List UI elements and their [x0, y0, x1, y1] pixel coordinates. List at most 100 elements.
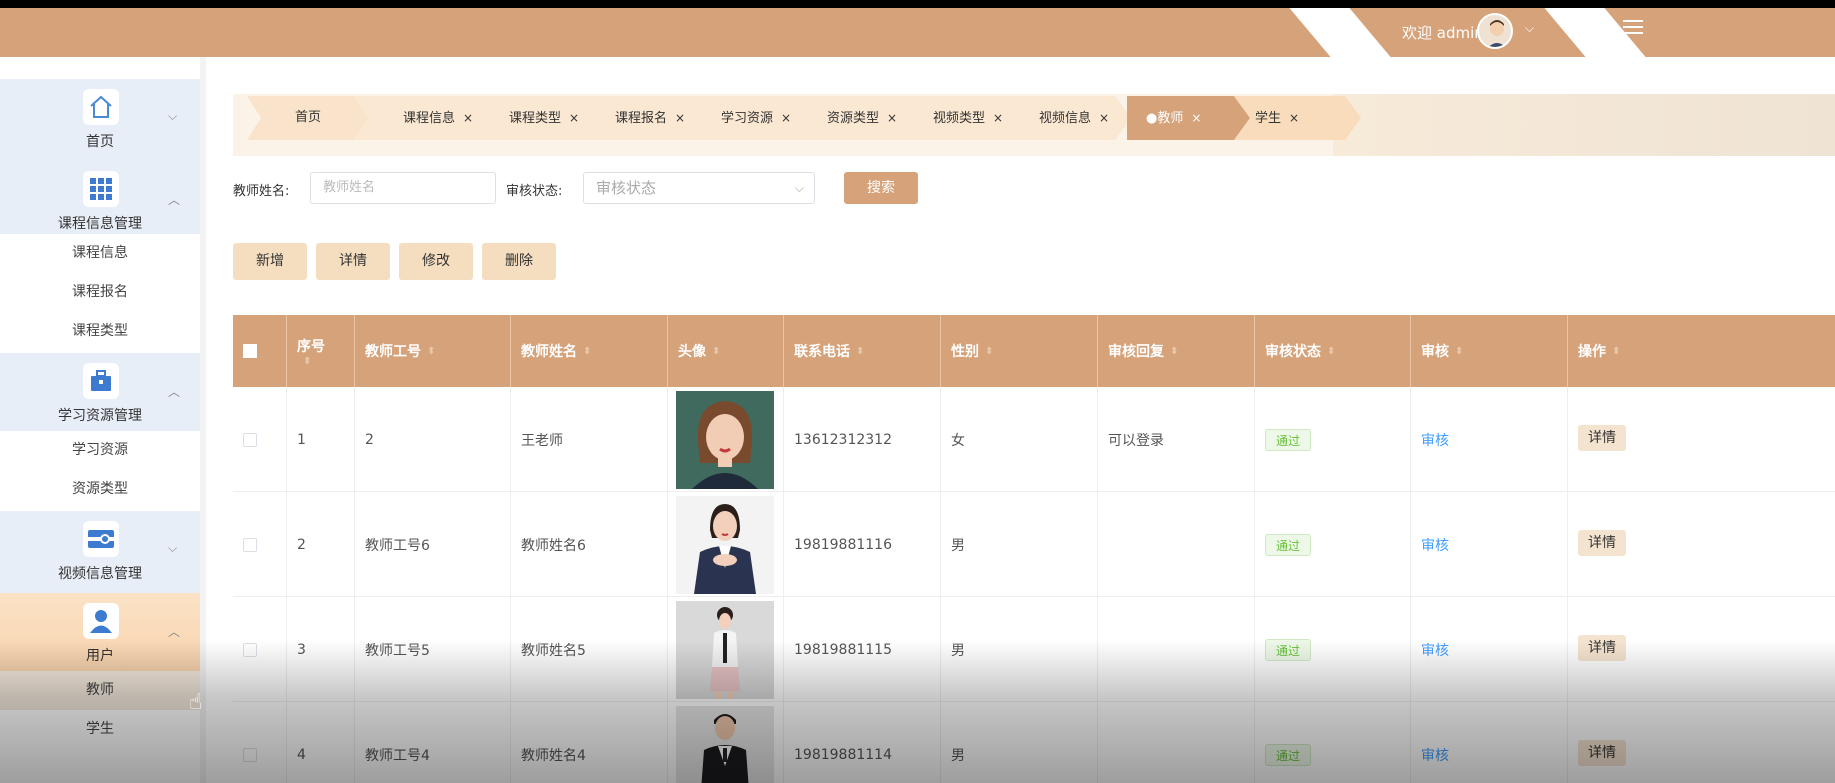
row-detail-button[interactable]: 详情 [1578, 635, 1626, 661]
sidebar-group-user[interactable]: 用户 ︿ [0, 593, 200, 675]
close-icon[interactable]: × [1099, 111, 1109, 125]
review-status-select[interactable]: 审核状态 ⌵ [583, 172, 815, 204]
close-icon[interactable]: × [1289, 111, 1299, 125]
row-checkbox[interactable] [243, 538, 257, 552]
column-label: 审核状态 [1265, 344, 1321, 360]
table-row[interactable]: 3 教师工号5 教师姓名5 19819881115 男 通过 审核 详情 [233, 597, 1835, 702]
table-row[interactable]: 2 教师工号6 教师姓名6 19819881116 男 通过 审核 详情 [233, 492, 1835, 597]
tab-course-type[interactable]: 课程类型 × [509, 96, 579, 140]
tab-course-info[interactable]: 课程信息 × [403, 96, 473, 140]
sort-icon[interactable]: ⬍ [856, 346, 864, 357]
close-icon[interactable]: × [675, 111, 685, 125]
chevron-down-icon[interactable]: ⌵ [1525, 21, 1534, 36]
header-avatar[interactable]: 头像 ⬍ [668, 315, 784, 387]
sort-icon[interactable]: ⬍ [985, 346, 993, 357]
chevron-down-icon: ⌵ [168, 541, 178, 555]
sort-icon[interactable]: ⬍ [1170, 346, 1178, 357]
header-reply[interactable]: 审核回复 ⬍ [1098, 315, 1255, 387]
teacher-name-input[interactable]: 教师姓名 [310, 172, 496, 204]
table-row[interactable]: 4 教师工号4 教师姓名4 19819881114 男 通过 审核 详情 [233, 702, 1835, 783]
header-teacher-name[interactable]: 教师姓名 ⬍ [511, 315, 668, 387]
close-icon[interactable]: × [463, 111, 473, 125]
cell-status: 通过 [1255, 492, 1411, 597]
review-link[interactable]: 审核 [1421, 745, 1449, 765]
header-teacher-no[interactable]: 教师工号 ⬍ [355, 315, 511, 387]
header-select-all[interactable] [233, 315, 287, 387]
row-checkbox[interactable] [243, 433, 257, 447]
sidebar-item-course-info[interactable]: 课程信息 [0, 234, 200, 273]
sort-icon[interactable]: ⬍ [427, 346, 435, 357]
tab-video-type[interactable]: 视频类型 × [933, 96, 1003, 140]
cell-reply [1098, 597, 1255, 702]
row-detail-button[interactable]: 详情 [1578, 530, 1626, 556]
briefcase-icon [83, 363, 119, 399]
header-phone[interactable]: 联系电话 ⬍ [784, 315, 941, 387]
tab-course-signup[interactable]: 课程报名 × [615, 96, 685, 140]
tab-label: 学习资源 [721, 111, 774, 126]
menu-toggle-icon[interactable] [1623, 20, 1643, 36]
sidebar-scrollbar[interactable] [200, 57, 206, 783]
cell-gender: 男 [941, 702, 1098, 783]
edit-button[interactable]: 修改 [399, 243, 473, 280]
header-review[interactable]: 审核 ⬍ [1411, 315, 1568, 387]
sidebar-item-resource-type[interactable]: 资源类型 [0, 470, 200, 509]
sort-icon[interactable]: ⬍ [583, 346, 591, 357]
welcome-text: 欢迎 admin [1402, 24, 1484, 42]
hand-pointer-icon: ☝ [189, 690, 203, 715]
sidebar-group-resource[interactable]: 学习资源管理 ︿ [0, 353, 200, 435]
teacher-photo [676, 390, 774, 489]
review-link[interactable]: 审核 [1421, 430, 1449, 450]
header-index[interactable]: 序号 ⬍ [287, 315, 355, 387]
tab-video-info[interactable]: 视频信息 × [1039, 96, 1109, 140]
tab-resource-type[interactable]: 资源类型 × [827, 96, 897, 140]
sidebar-item-resource[interactable]: 学习资源 [0, 431, 200, 470]
delete-button[interactable]: 删除 [482, 243, 556, 280]
video-icon [83, 521, 119, 557]
sidebar-item-teacher[interactable]: 教师 [0, 671, 200, 710]
sort-icon[interactable]: ⬍ [712, 346, 720, 357]
cell-teacher-no: 2 [355, 387, 511, 492]
detail-button[interactable]: 详情 [316, 243, 390, 280]
close-icon[interactable]: × [1191, 111, 1201, 125]
table-row[interactable]: 1 2 王老师 13612312312 女 可以登录 通过 审核 详情 [233, 387, 1835, 492]
cell-phone: 19819881115 [784, 597, 941, 702]
review-link[interactable]: 审核 [1421, 640, 1449, 660]
search-button[interactable]: 搜索 [844, 172, 918, 204]
header-gender[interactable]: 性别 ⬍ [941, 315, 1098, 387]
sort-icon[interactable]: ⬍ [1327, 346, 1335, 357]
sidebar-group-video[interactable]: 视频信息管理 ⌵ [0, 511, 200, 593]
cell-gender: 男 [941, 492, 1098, 597]
close-icon[interactable]: × [887, 111, 897, 125]
row-detail-button[interactable]: 详情 [1578, 425, 1626, 451]
tab-resource[interactable]: 学习资源 × [721, 96, 791, 140]
sidebar-item-course-type[interactable]: 课程类型 [0, 312, 200, 351]
close-icon[interactable]: × [993, 111, 1003, 125]
sort-icon[interactable]: ⬍ [303, 356, 311, 367]
add-button[interactable]: 新增 [233, 243, 307, 280]
review-link[interactable]: 审核 [1421, 535, 1449, 555]
sort-icon[interactable]: ⬍ [1455, 346, 1463, 357]
user-avatar[interactable] [1477, 13, 1513, 49]
row-checkbox[interactable] [243, 643, 257, 657]
sidebar-item-student[interactable]: 学生 [0, 710, 200, 749]
header-operation[interactable]: 操作 ⬍ [1568, 315, 1835, 387]
tab-teacher[interactable]: ●教师 × [1146, 96, 1201, 140]
tab-home[interactable]: 首页 [295, 96, 321, 140]
sidebar-group-home[interactable]: 首页 ⌵ [0, 79, 200, 161]
row-detail-button[interactable]: 详情 [1578, 740, 1626, 766]
close-icon[interactable]: × [569, 111, 579, 125]
select-all-checkbox[interactable] [243, 344, 257, 358]
cell-avatar [668, 387, 784, 492]
row-select-cell [233, 597, 287, 702]
close-icon[interactable]: × [781, 111, 791, 125]
tab-student[interactable]: 学生 × [1255, 96, 1299, 140]
teacher-name-label: 教师姓名: [233, 184, 290, 199]
tab-label: 课程信息 [403, 111, 456, 126]
chevron-down-icon: ⌵ [794, 181, 804, 195]
column-label: 审核 [1421, 344, 1449, 360]
header-status[interactable]: 审核状态 ⬍ [1255, 315, 1411, 387]
sort-icon[interactable]: ⬍ [1612, 346, 1620, 357]
sidebar-group-course[interactable]: 课程信息管理 ︿ [0, 161, 200, 243]
row-checkbox[interactable] [243, 748, 257, 762]
sidebar-item-course-signup[interactable]: 课程报名 [0, 273, 200, 312]
